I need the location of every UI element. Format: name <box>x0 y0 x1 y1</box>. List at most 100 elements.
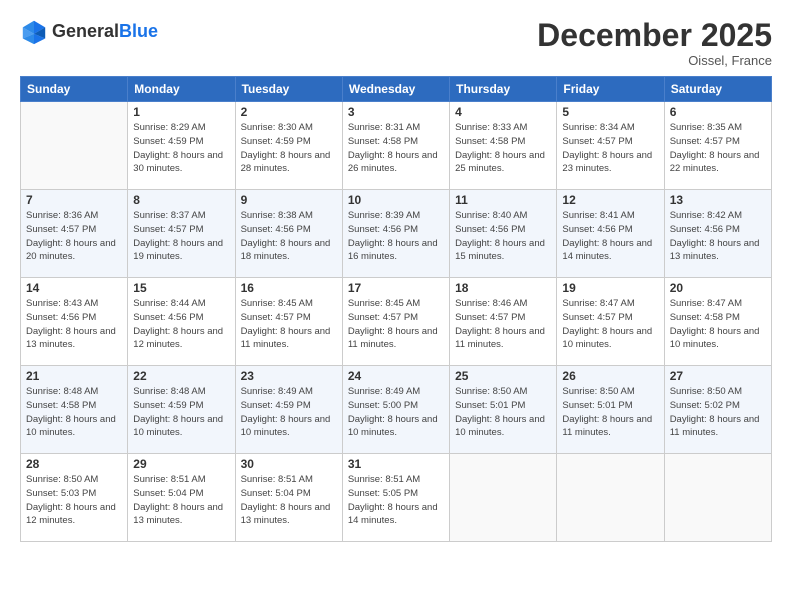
calendar-cell: 18 Sunrise: 8:46 AMSunset: 4:57 PMDayligh… <box>450 278 557 366</box>
day-info: Sunrise: 8:48 AMSunset: 4:59 PMDaylight:… <box>133 385 229 440</box>
day-number: 18 <box>455 281 551 295</box>
calendar-cell <box>664 454 771 542</box>
title-area: December 2025 Oissel, France <box>537 18 772 68</box>
calendar-cell: 20 Sunrise: 8:47 AMSunset: 4:58 PMDayligh… <box>664 278 771 366</box>
day-number: 13 <box>670 193 766 207</box>
day-info: Sunrise: 8:47 AMSunset: 4:58 PMDaylight:… <box>670 297 766 352</box>
calendar-cell <box>450 454 557 542</box>
calendar-week-row: 7 Sunrise: 8:36 AMSunset: 4:57 PMDaylight… <box>21 190 772 278</box>
day-info: Sunrise: 8:50 AMSunset: 5:01 PMDaylight:… <box>562 385 658 440</box>
day-info: Sunrise: 8:34 AMSunset: 4:57 PMDaylight:… <box>562 121 658 176</box>
calendar-cell: 19Sunrise: 8:47 AMSunset: 4:57 PMDayligh… <box>557 278 664 366</box>
calendar-cell: 22 Sunrise: 8:48 AMSunset: 4:59 PMDayligh… <box>128 366 235 454</box>
day-number: 6 <box>670 105 766 119</box>
calendar-week-row: 28 Sunrise: 8:50 AMSunset: 5:03 PMDayligh… <box>21 454 772 542</box>
day-info: Sunrise: 8:35 AMSunset: 4:57 PMDaylight:… <box>670 121 766 176</box>
calendar-cell: 15 Sunrise: 8:44 AMSunset: 4:56 PMDayligh… <box>128 278 235 366</box>
day-header-wednesday: Wednesday <box>342 77 449 102</box>
day-info: Sunrise: 8:30 AMSunset: 4:59 PMDaylight:… <box>241 121 337 176</box>
calendar-cell: 16 Sunrise: 8:45 AMSunset: 4:57 PMDayligh… <box>235 278 342 366</box>
day-number: 28 <box>26 457 122 471</box>
day-info: Sunrise: 8:46 AMSunset: 4:57 PMDaylight:… <box>455 297 551 352</box>
day-number: 2 <box>241 105 337 119</box>
day-number: 19 <box>562 281 658 295</box>
day-number: 15 <box>133 281 229 295</box>
calendar-week-row: 1 Sunrise: 8:29 AMSunset: 4:59 PMDaylight… <box>21 102 772 190</box>
day-info: Sunrise: 8:37 AMSunset: 4:57 PMDaylight:… <box>133 209 229 264</box>
day-number: 7 <box>26 193 122 207</box>
day-info: Sunrise: 8:45 AMSunset: 4:57 PMDaylight:… <box>241 297 337 352</box>
day-number: 12 <box>562 193 658 207</box>
calendar-cell: 31Sunrise: 8:51 AMSunset: 5:05 PMDayligh… <box>342 454 449 542</box>
calendar-cell <box>21 102 128 190</box>
day-number: 9 <box>241 193 337 207</box>
day-info: Sunrise: 8:42 AMSunset: 4:56 PMDaylight:… <box>670 209 766 264</box>
logo-blue: Blue <box>119 22 158 42</box>
day-header-thursday: Thursday <box>450 77 557 102</box>
day-number: 21 <box>26 369 122 383</box>
day-info: Sunrise: 8:40 AMSunset: 4:56 PMDaylight:… <box>455 209 551 264</box>
day-info: Sunrise: 8:31 AMSunset: 4:58 PMDaylight:… <box>348 121 444 176</box>
day-number: 30 <box>241 457 337 471</box>
day-info: Sunrise: 8:36 AMSunset: 4:57 PMDaylight:… <box>26 209 122 264</box>
day-number: 20 <box>670 281 766 295</box>
calendar-week-row: 14 Sunrise: 8:43 AMSunset: 4:56 PMDayligh… <box>21 278 772 366</box>
day-header-sunday: Sunday <box>21 77 128 102</box>
calendar-cell: 14 Sunrise: 8:43 AMSunset: 4:56 PMDayligh… <box>21 278 128 366</box>
day-info: Sunrise: 8:29 AMSunset: 4:59 PMDaylight:… <box>133 121 229 176</box>
day-number: 11 <box>455 193 551 207</box>
day-number: 14 <box>26 281 122 295</box>
day-info: Sunrise: 8:50 AMSunset: 5:02 PMDaylight:… <box>670 385 766 440</box>
day-number: 5 <box>562 105 658 119</box>
calendar-cell: 1 Sunrise: 8:29 AMSunset: 4:59 PMDaylight… <box>128 102 235 190</box>
calendar-cell: 5 Sunrise: 8:34 AMSunset: 4:57 PMDaylight… <box>557 102 664 190</box>
day-info: Sunrise: 8:51 AMSunset: 5:05 PMDaylight:… <box>348 473 444 528</box>
day-header-saturday: Saturday <box>664 77 771 102</box>
logo-icon <box>20 18 48 46</box>
calendar-cell: 29Sunrise: 8:51 AMSunset: 5:04 PMDayligh… <box>128 454 235 542</box>
day-number: 1 <box>133 105 229 119</box>
day-number: 27 <box>670 369 766 383</box>
logo-text: General Blue <box>52 22 158 42</box>
day-info: Sunrise: 8:49 AMSunset: 4:59 PMDaylight:… <box>241 385 337 440</box>
calendar-cell: 24Sunrise: 8:49 AMSunset: 5:00 PMDayligh… <box>342 366 449 454</box>
day-number: 8 <box>133 193 229 207</box>
day-header-friday: Friday <box>557 77 664 102</box>
calendar-cell: 21Sunrise: 8:48 AMSunset: 4:58 PMDayligh… <box>21 366 128 454</box>
day-info: Sunrise: 8:41 AMSunset: 4:56 PMDaylight:… <box>562 209 658 264</box>
day-number: 10 <box>348 193 444 207</box>
calendar-cell: 17Sunrise: 8:45 AMSunset: 4:57 PMDayligh… <box>342 278 449 366</box>
calendar-cell: 26 Sunrise: 8:50 AMSunset: 5:01 PMDayligh… <box>557 366 664 454</box>
calendar-cell: 25 Sunrise: 8:50 AMSunset: 5:01 PMDayligh… <box>450 366 557 454</box>
calendar-cell: 13 Sunrise: 8:42 AMSunset: 4:56 PMDayligh… <box>664 190 771 278</box>
day-number: 17 <box>348 281 444 295</box>
page: General Blue December 2025 Oissel, Franc… <box>0 0 792 612</box>
logo-general: General <box>52 22 119 42</box>
location: Oissel, France <box>537 53 772 68</box>
day-number: 16 <box>241 281 337 295</box>
calendar-cell: 7 Sunrise: 8:36 AMSunset: 4:57 PMDaylight… <box>21 190 128 278</box>
day-info: Sunrise: 8:51 AMSunset: 5:04 PMDaylight:… <box>133 473 229 528</box>
calendar-cell: 12 Sunrise: 8:41 AMSunset: 4:56 PMDayligh… <box>557 190 664 278</box>
day-number: 23 <box>241 369 337 383</box>
day-number: 25 <box>455 369 551 383</box>
day-header-tuesday: Tuesday <box>235 77 342 102</box>
day-number: 26 <box>562 369 658 383</box>
day-info: Sunrise: 8:50 AMSunset: 5:03 PMDaylight:… <box>26 473 122 528</box>
calendar-cell: 23 Sunrise: 8:49 AMSunset: 4:59 PMDayligh… <box>235 366 342 454</box>
calendar-cell <box>557 454 664 542</box>
calendar-cell: 6 Sunrise: 8:35 AMSunset: 4:57 PMDaylight… <box>664 102 771 190</box>
day-info: Sunrise: 8:50 AMSunset: 5:01 PMDaylight:… <box>455 385 551 440</box>
calendar-week-row: 21Sunrise: 8:48 AMSunset: 4:58 PMDayligh… <box>21 366 772 454</box>
calendar-cell: 2 Sunrise: 8:30 AMSunset: 4:59 PMDaylight… <box>235 102 342 190</box>
day-header-monday: Monday <box>128 77 235 102</box>
day-info: Sunrise: 8:43 AMSunset: 4:56 PMDaylight:… <box>26 297 122 352</box>
header: General Blue December 2025 Oissel, Franc… <box>20 18 772 68</box>
calendar-cell: 27 Sunrise: 8:50 AMSunset: 5:02 PMDayligh… <box>664 366 771 454</box>
day-number: 3 <box>348 105 444 119</box>
month-title: December 2025 <box>537 18 772 53</box>
day-info: Sunrise: 8:44 AMSunset: 4:56 PMDaylight:… <box>133 297 229 352</box>
day-number: 22 <box>133 369 229 383</box>
calendar-cell: 3 Sunrise: 8:31 AMSunset: 4:58 PMDaylight… <box>342 102 449 190</box>
day-number: 24 <box>348 369 444 383</box>
